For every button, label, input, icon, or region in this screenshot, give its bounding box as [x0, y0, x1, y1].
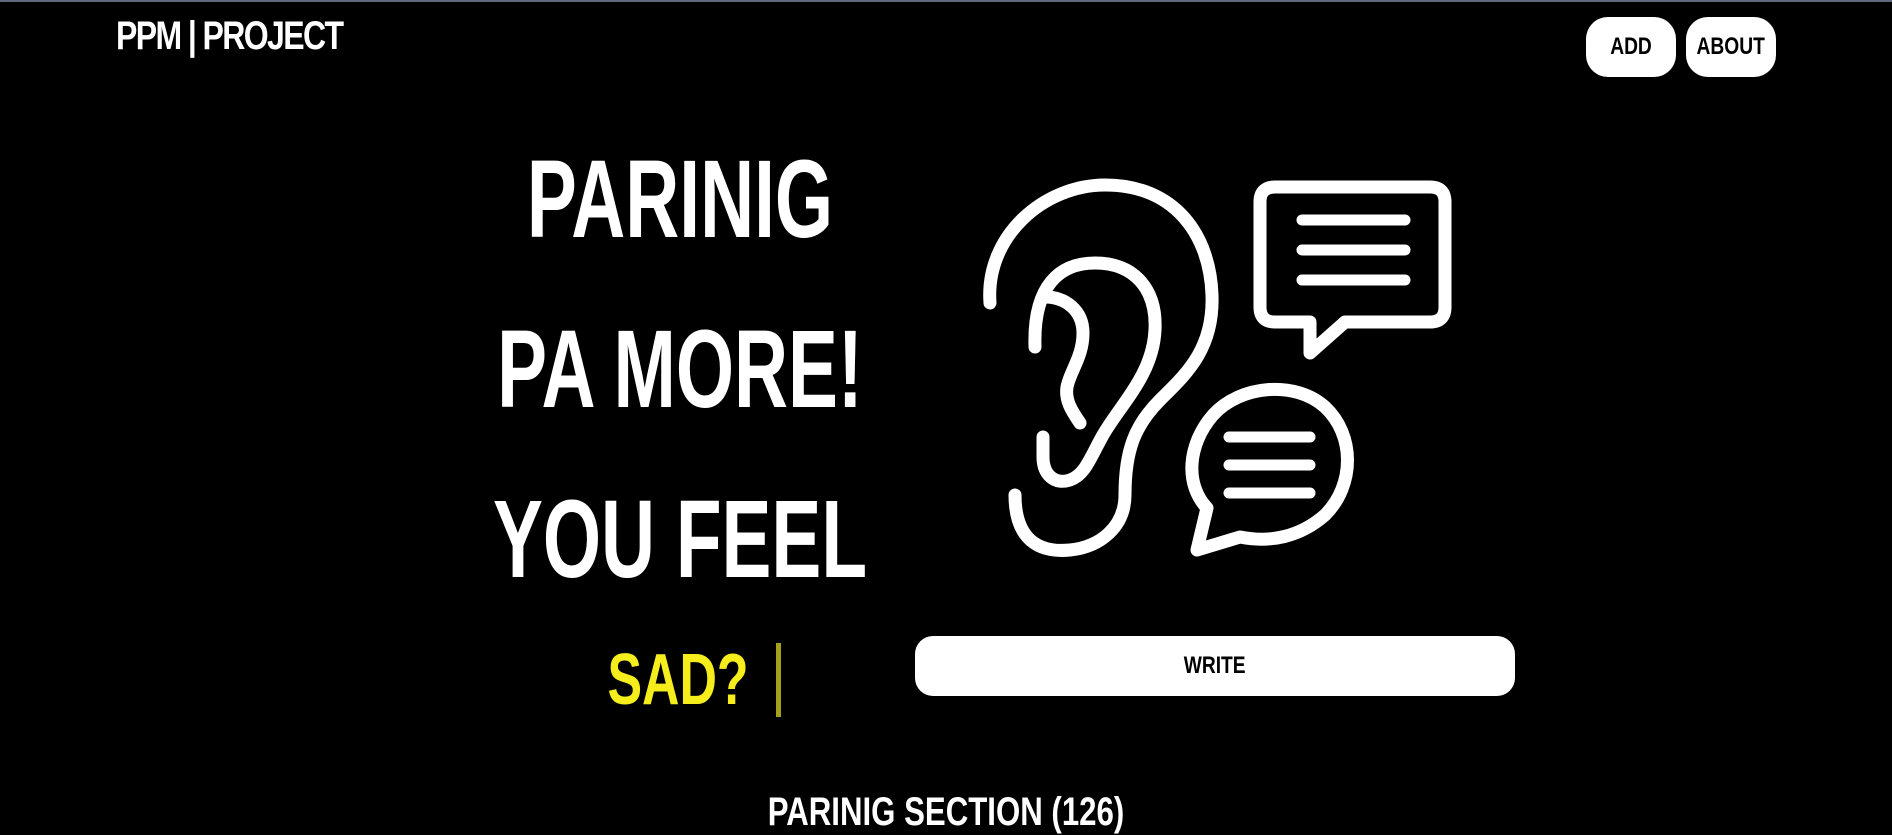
- write-button[interactable]: WRITE: [915, 636, 1515, 696]
- about-button-label: ABOUT: [1696, 33, 1766, 60]
- write-button-label: WRITE: [1184, 652, 1246, 679]
- brand-logo-text[interactable]: PPM | PROJECT: [116, 14, 344, 59]
- typing-caret: [775, 643, 781, 717]
- ear-with-speech-bubbles-icon: [975, 175, 1475, 565]
- hero-line-3: YOU FEEL: [492, 478, 868, 601]
- about-button[interactable]: ABOUT: [1686, 17, 1776, 77]
- hero-line-1: PARINIG: [526, 138, 834, 261]
- add-button-label: ADD: [1610, 33, 1652, 60]
- bubble-square-path: [1253, 180, 1452, 360]
- typed-word: SAD?: [606, 640, 749, 720]
- typed-text: SAD?: [560, 640, 800, 720]
- ear-outer-path: [983, 178, 1219, 557]
- ear-fold-path: [1038, 290, 1090, 430]
- parinig-section-title: PARINIG SECTION (126): [767, 790, 1125, 834]
- hero-line-2: PA MORE!: [497, 308, 863, 431]
- add-button[interactable]: ADD: [1586, 17, 1676, 77]
- window-top-border: [0, 0, 1892, 2]
